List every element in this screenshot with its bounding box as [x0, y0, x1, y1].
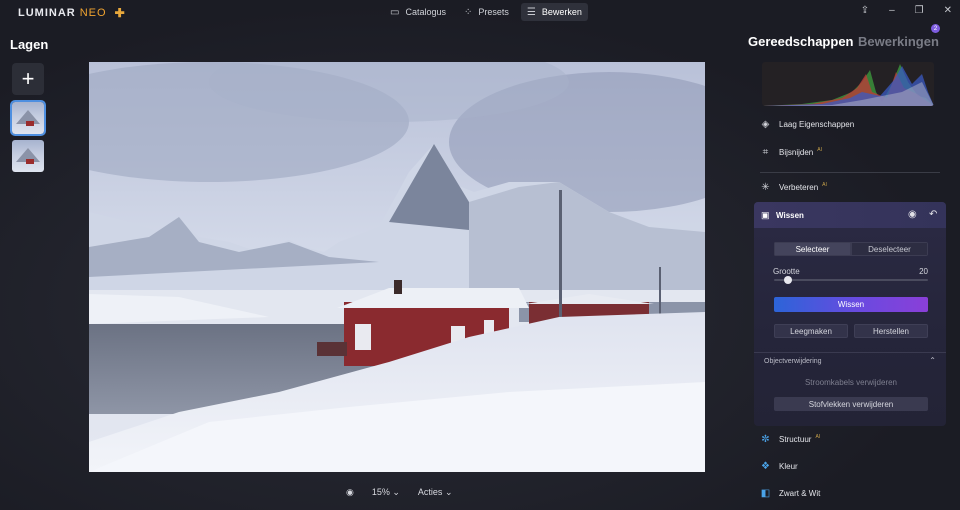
tool-label: Kleur — [779, 461, 798, 471]
ai-badge: AI — [822, 181, 827, 188]
layers-title: Lagen — [10, 37, 49, 52]
window-controls: ⇪ – ❐ ✕ — [861, 5, 952, 16]
app-window: LUMINAR NEO ✚ ▭ Catalogus ⁘ Presets ☰ Be… — [0, 0, 960, 510]
size-label: Grootte — [773, 267, 800, 276]
tab-label: Catalogus — [405, 7, 446, 17]
color-icon: ❖ — [761, 460, 770, 472]
close-icon[interactable]: ✕ — [944, 5, 952, 16]
folder-icon: ▭ — [390, 6, 400, 18]
erase-title: Wissen — [776, 211, 804, 220]
erase-panel: ▣ Wissen ◉ ↶ Selecteer Deselecteer Groot… — [754, 202, 946, 426]
preview-eye-icon[interactable]: ◉ — [346, 487, 354, 498]
select-button[interactable]: Selecteer — [774, 242, 851, 256]
photo-image — [89, 62, 705, 472]
remove-power-lines-button[interactable]: Stroomkabels verwijderen — [774, 378, 928, 387]
visibility-eye-icon[interactable]: ◉ — [908, 209, 917, 220]
tool-black-white[interactable]: ◧ Zwart & Wit — [760, 486, 821, 500]
select-mode-toggle: Selecteer Deselecteer — [774, 242, 928, 256]
size-slider-knob[interactable] — [784, 276, 793, 284]
actions-label: Acties — [417, 487, 443, 497]
tab-presets[interactable]: ⁘ Presets — [458, 3, 515, 21]
tab-label: Presets — [478, 7, 509, 17]
erase-header[interactable]: ▣ Wissen ◉ ↶ — [754, 202, 946, 228]
share-icon[interactable]: ⇪ — [861, 5, 869, 16]
undo-icon[interactable]: ↶ — [929, 209, 937, 220]
tool-label: Zwart & Wit — [779, 488, 821, 498]
divider — [760, 172, 940, 173]
tab-label: Bewerken — [541, 7, 582, 17]
tab-bewerken[interactable]: ☰ Bewerken — [520, 3, 588, 21]
add-layer-button[interactable]: + — [12, 63, 44, 95]
ai-badge: AI — [815, 433, 821, 440]
object-removal-label: Objectverwijdering — [764, 358, 822, 365]
top-bar: LUMINAR NEO ✚ ▭ Catalogus ⁘ Presets ☰ Be… — [0, 0, 960, 24]
tool-layer-properties[interactable]: ◈ Laag Eigenschappen — [760, 117, 855, 131]
structure-icon: ✼ — [761, 433, 770, 445]
remove-dust-button[interactable]: Stofvlekken verwijderen — [774, 397, 928, 411]
reset-button[interactable]: Herstellen — [854, 324, 928, 338]
tab-catalogus[interactable]: ▭ Catalogus — [384, 3, 452, 21]
logo-main: LUMINAR — [18, 7, 76, 19]
wand-icon: ⁘ — [463, 6, 473, 18]
tab-tools[interactable]: Gereedschappen — [748, 34, 854, 49]
size-value: 20 — [919, 267, 928, 276]
bw-icon: ◧ — [760, 487, 771, 499]
tool-color[interactable]: ❖ Kleur — [760, 459, 798, 473]
edits-badge: 2 — [931, 24, 940, 33]
canvas-toolbar: ◉ 15% ⌄ Acties ⌄ — [346, 487, 452, 498]
chevron-up-icon[interactable]: ⌃ — [929, 356, 936, 365]
tool-label: Laag Eigenschappen — [779, 119, 855, 129]
tool-crop[interactable]: ⌗ Bijsnijden AI — [760, 145, 822, 159]
eraser-icon: ▣ — [761, 210, 770, 220]
app-logo: LUMINAR NEO ✚ — [18, 6, 126, 20]
plus-icon: + — [21, 66, 35, 91]
logo-sub: NEO — [79, 7, 107, 19]
sparkle-icon: ✳ — [761, 181, 770, 193]
actions-dropdown[interactable]: Acties ⌄ — [418, 487, 453, 498]
zoom-dropdown[interactable]: 15% ⌄ — [372, 487, 400, 498]
tool-label: Structuur — [779, 434, 812, 444]
layers-icon: ◈ — [761, 118, 770, 130]
minimize-icon[interactable]: – — [889, 5, 895, 16]
size-slider[interactable] — [774, 276, 928, 284]
divider — [754, 352, 946, 353]
clear-button[interactable]: Leegmaken — [774, 324, 848, 338]
restore-icon[interactable]: ❐ — [915, 5, 924, 16]
layer-thumbnail[interactable] — [12, 140, 44, 172]
deselect-button[interactable]: Deselecteer — [851, 242, 928, 256]
ai-badge: AI — [817, 146, 822, 153]
sliders-icon: ☰ — [526, 6, 536, 18]
crop-icon: ⌗ — [762, 146, 769, 158]
main-nav: ▭ Catalogus ⁘ Presets ☰ Bewerken — [384, 3, 588, 21]
tab-edits[interactable]: Bewerkingen — [858, 34, 939, 49]
erase-button[interactable]: Wissen — [774, 297, 928, 312]
tool-label: Verbeteren — [779, 182, 819, 192]
histogram — [762, 62, 934, 106]
tool-structure[interactable]: ✼ Structuur AI — [760, 432, 820, 446]
photo-canvas[interactable] — [89, 62, 705, 472]
tool-label: Bijsnijden — [779, 147, 814, 157]
zoom-value: 15% — [371, 487, 390, 497]
extensions-icon[interactable]: ✚ — [115, 6, 126, 20]
layer-thumbnail[interactable] — [10, 100, 46, 136]
tool-enhance[interactable]: ✳ Verbeteren AI — [760, 180, 827, 194]
